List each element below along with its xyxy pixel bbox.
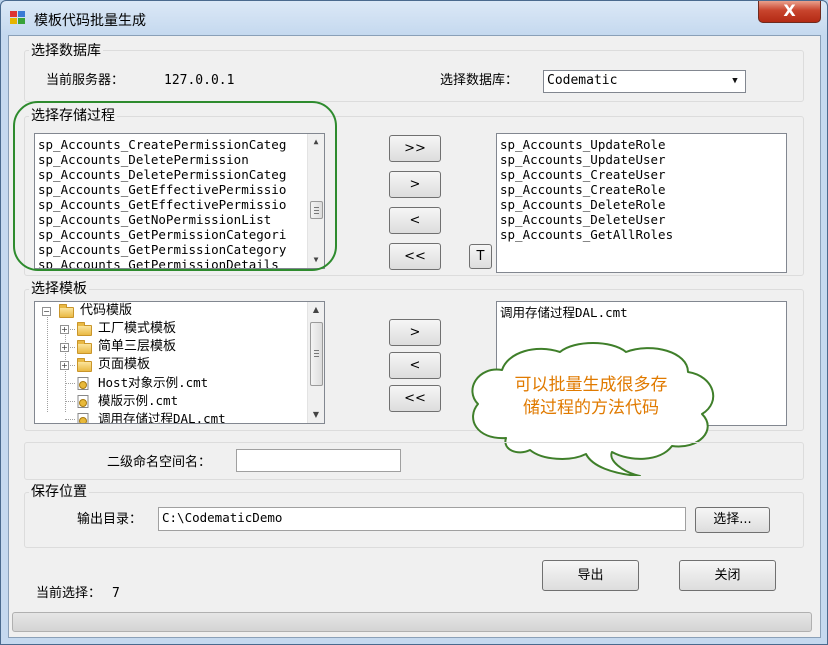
- add-template-button[interactable]: >: [389, 319, 441, 346]
- namespace-input[interactable]: [236, 449, 401, 472]
- database-group-title: 选择数据库: [29, 43, 103, 59]
- selected-procedures-list[interactable]: sp_Accounts_UpdateRole sp_Accounts_Updat…: [496, 133, 787, 273]
- database-label: 选择数据库：: [440, 73, 519, 88]
- client-area: 选择数据库 当前服务器： 127.0.0.1 选择数据库： Codematic …: [8, 35, 821, 638]
- template-file-icon: [77, 395, 89, 408]
- title-bar[interactable]: 模板代码批量生成 X: [1, 1, 827, 35]
- current-selection-label: 当前选择：: [36, 586, 102, 601]
- selected-procedures-rows: sp_Accounts_UpdateRole sp_Accounts_Updat…: [497, 134, 786, 242]
- callout-text: 可以批量生成很多存 储过程的方法代码: [479, 374, 703, 420]
- callout-line-1: 可以批量生成很多存: [514, 375, 668, 395]
- template-tree[interactable]: − 代码模版 + 工厂模式模板 + 简单三层模板 + 页面模板 Host对象示例…: [34, 301, 325, 424]
- expand-icon[interactable]: +: [60, 361, 69, 370]
- folder-icon: [77, 322, 92, 336]
- server-label: 当前服务器：: [46, 73, 125, 88]
- close-button[interactable]: 关闭: [679, 560, 776, 591]
- folder-icon: [59, 304, 74, 318]
- save-group-title: 保存位置: [29, 484, 89, 500]
- scroll-thumb[interactable]: [310, 322, 323, 386]
- remove-all-templates-button[interactable]: <<: [389, 385, 441, 412]
- tree-node-label: 简单三层模板: [98, 339, 177, 354]
- tree-node-label: 代码模版: [80, 303, 133, 318]
- selected-templates-rows: 调用存储过程DAL.cmt: [497, 302, 786, 320]
- list-item[interactable]: 调用存储过程DAL.cmt: [497, 305, 786, 320]
- add-all-procedures-button[interactable]: >>: [389, 135, 441, 162]
- list-item[interactable]: sp_Accounts_DeleteRole: [497, 197, 786, 212]
- list-item[interactable]: sp_Accounts_UpdateRole: [497, 137, 786, 152]
- list-item[interactable]: sp_Accounts_DeleteUser: [497, 212, 786, 227]
- tree-node-label: 模版示例.cmt: [98, 393, 179, 408]
- folder-icon: [77, 358, 92, 372]
- export-button[interactable]: 导出: [542, 560, 639, 591]
- list-item[interactable]: sp_Accounts_CreateRole: [497, 182, 786, 197]
- progress-bar: [12, 612, 812, 632]
- remove-procedure-button[interactable]: <: [389, 207, 441, 234]
- database-select[interactable]: Codematic ▼: [543, 70, 746, 93]
- current-selection-value: 7: [112, 586, 120, 601]
- namespace-label: 二级命名空间名：: [107, 455, 212, 470]
- list-item[interactable]: sp_Accounts_GetAllRoles: [497, 227, 786, 242]
- output-dir-label: 输出目录：: [77, 512, 143, 527]
- collapse-icon[interactable]: −: [42, 307, 51, 316]
- tree-node-label: Host对象示例.cmt: [98, 375, 209, 390]
- expand-icon[interactable]: +: [60, 325, 69, 334]
- remove-all-procedures-button[interactable]: <<: [389, 243, 441, 270]
- template-file-icon: [77, 377, 89, 390]
- expand-icon[interactable]: +: [60, 343, 69, 352]
- chevron-down-icon[interactable]: ▼: [727, 73, 743, 89]
- template-group-title: 选择模板: [29, 281, 89, 297]
- list-item[interactable]: sp_Accounts_UpdateUser: [497, 152, 786, 167]
- tree-node-label: 页面模板: [98, 357, 151, 372]
- window-close-button[interactable]: X: [758, 1, 821, 23]
- t-button[interactable]: T: [469, 244, 492, 269]
- folder-icon: [77, 340, 92, 354]
- callout-line-2: 储过程的方法代码: [523, 398, 659, 418]
- tree-node-label: 工厂模式模板: [98, 321, 177, 336]
- database-select-value: Codematic: [547, 73, 618, 88]
- tree-node-label: 调用存储过程DAL.cmt: [98, 411, 226, 424]
- template-tree-scrollbar[interactable]: ▲ ▼: [307, 302, 324, 423]
- template-file-icon: [77, 413, 89, 423]
- output-dir-input[interactable]: C:\CodematicDemo: [158, 507, 686, 531]
- list-item[interactable]: sp_Accounts_CreateUser: [497, 167, 786, 182]
- browse-button[interactable]: 选择...: [695, 507, 770, 533]
- remove-template-button[interactable]: <: [389, 352, 441, 379]
- highlight-ring: [13, 101, 337, 271]
- main-window: 模板代码批量生成 X 选择数据库 当前服务器： 127.0.0.1 选择数据库：…: [0, 0, 828, 645]
- add-procedure-button[interactable]: >: [389, 171, 441, 198]
- server-value: 127.0.0.1: [164, 73, 235, 88]
- scroll-down-icon[interactable]: ▼: [308, 407, 324, 423]
- scroll-up-icon[interactable]: ▲: [308, 302, 324, 318]
- app-icon: [10, 11, 26, 25]
- window-title: 模板代码批量生成: [34, 13, 146, 29]
